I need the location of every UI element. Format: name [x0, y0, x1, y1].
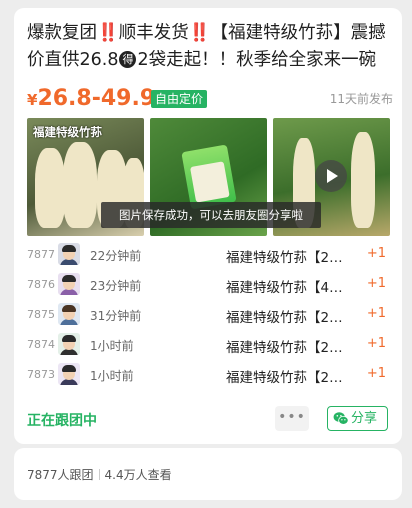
- order-quantity: +1: [366, 276, 386, 291]
- view-count: 4.4万人查看: [104, 468, 172, 482]
- order-quantity: +1: [366, 246, 386, 261]
- price-range: 26.8-49.9: [37, 86, 156, 111]
- order-quantity: +1: [366, 336, 386, 351]
- stats-card: 7877人跟团 4.4万人查看: [14, 448, 402, 500]
- order-quantity: +1: [366, 306, 386, 321]
- group-buy-card[interactable]: 爆款复团‼️顺丰发货‼️【福建特级竹荪】震撼价直供26.8 得 2袋走起！！秋季给全…: [14, 8, 402, 444]
- order-time: 31分钟前: [90, 309, 142, 323]
- more-button[interactable]: •••: [275, 406, 309, 431]
- order-row[interactable]: 7873 1小时前 福建特级竹荪【2… +1: [27, 360, 390, 390]
- order-time: 22分钟前: [90, 249, 142, 263]
- avatar: [58, 273, 80, 295]
- order-number: 7874: [27, 338, 55, 351]
- free-pricing-tag: 自由定价: [151, 90, 208, 108]
- wechat-icon: [333, 412, 349, 425]
- order-row[interactable]: 7877 22分钟前 福建特级竹荪【2… +1: [27, 240, 390, 270]
- joined-count: 7877人跟团: [27, 468, 94, 482]
- following-status[interactable]: 正在跟团中: [27, 410, 97, 430]
- stats: 7877人跟团 4.4万人查看: [27, 466, 172, 483]
- order-row[interactable]: 7875 31分钟前 福建特级竹荪【2… +1: [27, 300, 390, 330]
- play-icon[interactable]: [315, 160, 347, 192]
- save-success-toast: 图片保存成功，可以去朋友圈分享啦: [101, 202, 321, 228]
- order-row[interactable]: 7874 1小时前 福建特级竹荪【2… +1: [27, 330, 390, 360]
- order-time: 1小时前: [90, 369, 134, 383]
- product-bag-image: [181, 144, 237, 210]
- avatar: [58, 333, 80, 355]
- order-item: 福建特级竹荪【2…: [226, 250, 343, 266]
- order-item: 福建特级竹荪【4…: [226, 280, 343, 296]
- price: ¥26.8-49.9: [27, 86, 155, 113]
- order-number: 7873: [27, 368, 55, 381]
- avatar: [58, 303, 80, 325]
- order-item: 福建特级竹荪【2…: [226, 310, 343, 326]
- avatar: [58, 363, 80, 385]
- price-row: ¥26.8-49.9 自由定价 11天前发布: [27, 86, 393, 112]
- order-list: 7877 22分钟前 福建特级竹荪【2… +1 7876 23分钟前 福建特级竹…: [27, 240, 390, 390]
- divider: [98, 469, 100, 480]
- posted-time: 11天前发布: [329, 92, 393, 106]
- title-badge: 得: [119, 51, 137, 68]
- order-number: 7877: [27, 248, 55, 261]
- share-button[interactable]: 分享: [327, 406, 388, 431]
- order-item: 福建特级竹荪【2…: [226, 340, 343, 356]
- product-title[interactable]: 爆款复团‼️顺丰发货‼️【福建特级竹荪】震撼价直供26.8 得 2袋走起！！秋季给全…: [27, 20, 393, 76]
- order-number: 7876: [27, 278, 55, 291]
- order-number: 7875: [27, 308, 55, 321]
- avatar: [58, 243, 80, 265]
- order-item: 福建特级竹荪【2…: [226, 370, 343, 386]
- order-time: 23分钟前: [90, 279, 142, 293]
- order-row[interactable]: 7876 23分钟前 福建特级竹荪【4… +1: [27, 270, 390, 300]
- share-label: 分享: [351, 411, 378, 426]
- order-quantity: +1: [366, 366, 386, 381]
- currency-symbol: ¥: [27, 91, 38, 109]
- photo-label: 福建特级竹荪: [33, 125, 102, 139]
- order-time: 1小时前: [90, 339, 134, 353]
